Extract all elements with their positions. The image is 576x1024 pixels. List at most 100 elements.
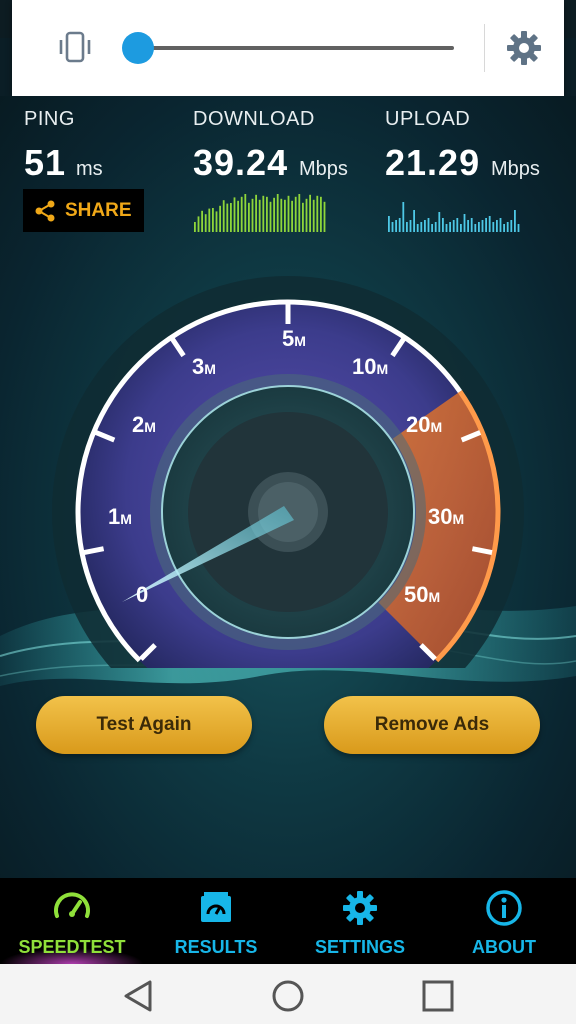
sparkline-bar	[280, 198, 283, 232]
sparkline-bar	[276, 194, 279, 232]
sparkline-bar	[492, 222, 495, 232]
sparkline-bar	[305, 198, 308, 232]
sparkline-bar	[506, 222, 509, 232]
sparkline-bar	[442, 218, 444, 232]
sparkline-bar	[298, 194, 301, 232]
sparkline-bar	[510, 220, 513, 232]
sparkline-bar	[323, 201, 326, 232]
sparkline-bar	[237, 200, 239, 232]
sparkline-bar	[474, 224, 477, 232]
sparkline-bar	[470, 218, 473, 232]
sparkline-bar	[438, 212, 441, 232]
ping-label: PING	[24, 108, 75, 130]
sparkline-bar	[291, 200, 293, 232]
sparkline-bar	[248, 202, 250, 232]
sparkline-bar	[240, 196, 243, 232]
upload-sparkline	[388, 202, 520, 232]
volume-slider-thumb[interactable]	[122, 32, 154, 64]
volume-slider-track[interactable]	[138, 46, 454, 50]
sparkline-bar	[478, 222, 480, 232]
tab-settings-label: SETTINGS	[314, 937, 405, 957]
sparkline-bar	[406, 222, 408, 232]
recents-icon[interactable]	[418, 976, 458, 1016]
gear-icon	[343, 891, 377, 925]
tab-results[interactable]: RESULTS	[144, 878, 288, 964]
tab-about-label: ABOUT	[472, 937, 536, 957]
sparkline-bar	[197, 216, 200, 232]
sparkline-bar	[262, 195, 265, 232]
tab-speedtest[interactable]: SPEEDTEST	[0, 878, 144, 964]
sparkline-bar	[496, 220, 498, 232]
sparkline-bar	[460, 224, 462, 232]
sparkline-bar	[302, 202, 304, 232]
download-label: DOWNLOAD	[193, 108, 315, 130]
sparkline-bar	[230, 203, 232, 232]
sparkline-bar	[413, 210, 415, 232]
info-icon	[486, 890, 522, 926]
sparkline-bar	[445, 224, 448, 232]
sparkline-bar	[481, 220, 484, 232]
sparkline-bar	[488, 216, 491, 232]
sparkline-bar	[309, 194, 311, 232]
upload-unit: Mbps	[491, 158, 540, 180]
share-button[interactable]: SHARE	[23, 189, 144, 232]
gear-icon[interactable]	[504, 28, 544, 68]
sparkline-bar	[251, 198, 254, 232]
sparkline-bar	[485, 218, 487, 232]
sparkline-bar	[269, 201, 272, 232]
speedtest-main: PING 51 ms DOWNLOAD 39.24 Mbps UPLOAD 21…	[0, 96, 576, 878]
sparkline-bar	[222, 200, 225, 232]
sparkline-bar	[514, 210, 516, 232]
test-again-button[interactable]: Test Again	[36, 696, 252, 754]
sparkline-bar	[431, 224, 433, 232]
sparkline-bar	[424, 220, 426, 232]
sparkline-bar	[427, 218, 430, 232]
sparkline-bar	[204, 214, 207, 232]
results-icon	[201, 892, 231, 922]
download-sparkline	[194, 194, 326, 232]
download-value: 39.24	[193, 142, 289, 183]
tab-speedtest-label: SPEEDTEST	[18, 937, 126, 957]
sparkline-bar	[402, 202, 405, 232]
sparkline-bar	[244, 194, 247, 232]
sparkline-bar	[266, 196, 268, 232]
sparkline-bar	[312, 199, 315, 232]
ping-value: 51	[24, 142, 67, 183]
sparkline-bar	[258, 199, 261, 232]
sparkline-bar	[194, 222, 196, 232]
speedometer-gauge: 0 1M 2M 3M 5M 10M 20M 30M 50M	[52, 276, 524, 668]
sparkline-bar	[255, 194, 257, 232]
sparkline-bar	[212, 208, 214, 232]
sparkline-bar	[287, 195, 290, 232]
sparkline-bar	[208, 208, 211, 232]
sparkline-bar	[434, 222, 437, 232]
home-icon[interactable]	[268, 976, 308, 1016]
sparkline-bar	[517, 224, 520, 232]
vibrate-icon[interactable]	[56, 28, 94, 66]
upload-value: 21.29	[385, 142, 481, 183]
remove-ads-button[interactable]: Remove Ads	[324, 696, 540, 754]
sparkline-bar	[456, 218, 459, 232]
gauge-label-0: 0	[136, 582, 148, 607]
sparkline-bar	[284, 199, 286, 232]
share-label: SHARE	[65, 199, 132, 221]
sparkline-bar	[499, 218, 502, 232]
download-unit: Mbps	[299, 158, 348, 180]
divider	[484, 24, 485, 72]
sparkline-bar	[215, 211, 218, 232]
sparkline-bar	[294, 196, 297, 232]
ping-unit: ms	[76, 158, 103, 180]
sparkline-bar	[449, 222, 451, 232]
share-icon	[35, 200, 55, 221]
tab-about[interactable]: ABOUT	[432, 878, 576, 964]
sparkline-bar	[226, 203, 229, 232]
sparkline-bar	[503, 224, 505, 232]
sparkline-bar	[233, 197, 236, 232]
tab-results-label: RESULTS	[174, 937, 258, 957]
sparkline-bar	[452, 220, 455, 232]
tab-settings[interactable]: SETTINGS	[288, 878, 432, 964]
sparkline-bar	[463, 214, 466, 232]
sparkline-bar	[467, 220, 469, 232]
sparkline-bar	[320, 196, 322, 232]
back-icon[interactable]	[118, 976, 158, 1016]
